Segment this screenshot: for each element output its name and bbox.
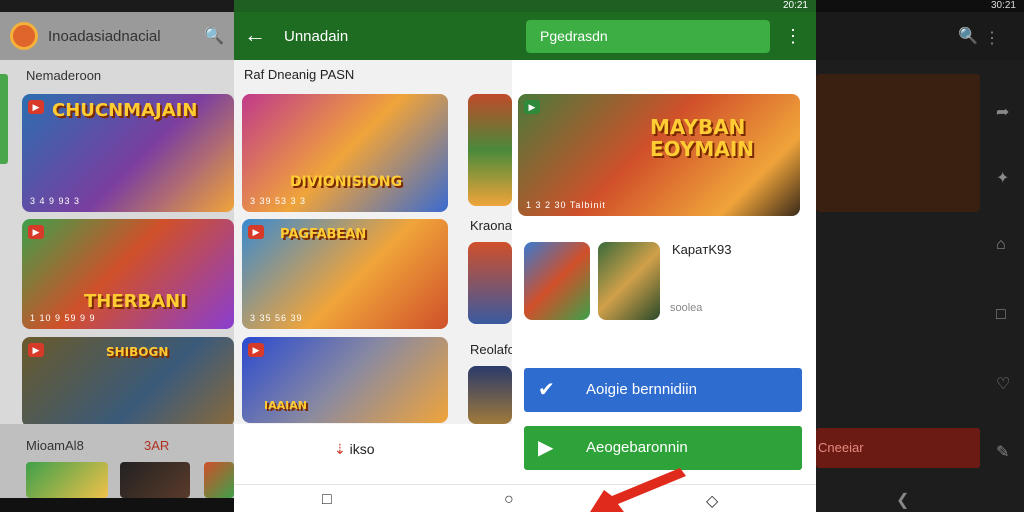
sheet-label: MioamAl8 [26, 438, 84, 453]
thumbnail[interactable] [26, 462, 108, 498]
search-icon[interactable]: 🔍 [204, 26, 224, 46]
game-card[interactable]: ▶ CHUCNMAJAIN 3 4 9 93 3 [22, 94, 234, 212]
hero-caption: 1 3 2 30 Talbinit [526, 200, 606, 210]
hero-title: MAYBAN EOYMAIN [650, 115, 754, 161]
footer-label[interactable]: ⇣ ikso [334, 441, 375, 458]
game-title: SHIBOGN [106, 345, 169, 359]
game-card[interactable]: ▶ PAGFABEAN 3 35 56 39 [242, 219, 448, 329]
game-caption: 3 4 9 93 3 [30, 196, 81, 206]
back-chevron-icon[interactable]: ❮ [896, 490, 909, 510]
heart-icon[interactable]: ♡ [996, 374, 1010, 394]
game-description-sub: soolea [670, 302, 703, 314]
status-time: 30:21 [990, 0, 1016, 11]
screenshot-thumb[interactable] [598, 242, 660, 320]
footer-icon: ⇣ [334, 441, 346, 457]
hero-banner[interactable]: ▶ MAYBAN EOYMAIN 1 3 2 30 Talbinit [518, 94, 800, 216]
game-title: DIVIONISIONG [290, 174, 403, 190]
search-icon[interactable]: 🔍 [958, 26, 978, 46]
app-title: Inoadasiadnacial [48, 28, 161, 45]
game-card-partial[interactable] [468, 366, 512, 424]
left-screen: Inoadasiadnacial 🔍 Nemaderoon ▶ CHUCNMAJ… [0, 0, 234, 512]
section-title: Nemaderoon [26, 68, 102, 83]
card-badge-icon: ▶ [524, 100, 540, 114]
app-bar: ← Unnadain [234, 12, 512, 60]
card-badge-icon: ▶ [28, 225, 44, 239]
status-bar [512, 0, 816, 12]
more-menu-icon[interactable]: ⋮ [784, 26, 802, 47]
game-card[interactable]: ▶ SHIBOGN [22, 337, 234, 427]
section-title: Raf Dneanig PASN [244, 67, 355, 82]
primary-action-button[interactable]: ✔ Aoigie bernnidiin [524, 368, 802, 412]
check-icon: ✔ [538, 379, 555, 401]
game-card[interactable]: ▶ THERBANI 1 10 9 59 9 9 [22, 219, 234, 329]
footer-label-text: ikso [349, 441, 375, 457]
pointer-arrow-icon [590, 468, 686, 512]
middle-left-screen: ← Unnadain Raf Dneanig PASN DIVIONISIONG… [234, 0, 512, 512]
game-title: IAAIAN [264, 399, 307, 412]
section-title: Reolafor [470, 342, 512, 357]
game-title: PAGFABEAN [280, 227, 367, 242]
detail-screen: 20:21 Pgedrasdn ⋮ ▶ MAYBAN EOYMAIN 1 3 2… [512, 0, 816, 512]
game-description-title: KapaтK93 [672, 242, 732, 257]
system-nav-bar: □ ○ ◇ [234, 484, 816, 512]
square-icon[interactable]: □ [996, 306, 1006, 324]
primary-button-label: Aoigie bernnidiin [586, 381, 697, 398]
thumbnail[interactable] [120, 462, 190, 498]
status-time: 20:21 [782, 0, 808, 11]
card-badge-icon: ▶ [248, 225, 264, 239]
section-title: Kraonan [470, 218, 512, 233]
game-caption: 1 10 9 59 9 9 [30, 313, 96, 323]
app-logo-icon [10, 22, 38, 50]
game-card-partial[interactable] [468, 242, 512, 324]
search-pill-label: Pgedrasdn [540, 28, 608, 44]
status-bar [0, 0, 234, 12]
game-caption: 3 39 53 3 3 [250, 196, 307, 206]
more-menu-icon[interactable]: ⋮ [984, 28, 1000, 48]
pin-icon[interactable]: ✦ [996, 168, 1009, 188]
status-bar [234, 0, 512, 12]
edit-icon[interactable]: ✎ [996, 442, 1009, 462]
game-title: CHUCNMAJAIN [52, 100, 198, 121]
card-badge-icon: ▶ [248, 343, 264, 357]
right-screen: 30:21 🔍 ⋮ ➦ ✦ ⌂ □ ♡ ✎ Cneeiar ❮ [816, 0, 1024, 512]
play-icon: ▶ [538, 437, 554, 459]
game-card-partial[interactable] [468, 94, 512, 206]
dimmed-button-label: Cneeiar [818, 440, 864, 455]
game-card[interactable]: ▶ IAAIAN [242, 337, 448, 423]
install-button-label: Aeogebaronnin [586, 439, 688, 456]
share-icon[interactable]: ➦ [996, 102, 1009, 122]
game-card[interactable]: DIVIONISIONG 3 39 53 3 3 [242, 94, 448, 212]
card-badge-icon: ▶ [28, 343, 44, 357]
page-title: Unnadain [284, 28, 349, 45]
game-caption: 3 35 56 39 [250, 313, 303, 323]
screenshot-thumb[interactable] [524, 242, 590, 320]
home-button-icon[interactable]: ○ [504, 491, 514, 509]
back-button-icon[interactable]: ◇ [706, 491, 718, 511]
card-badge-icon: ▶ [28, 100, 44, 114]
back-arrow-icon[interactable]: ← [244, 22, 266, 48]
recent-apps-icon[interactable]: □ [322, 491, 332, 509]
sheet-label-red: 3AR [144, 438, 170, 453]
side-tab[interactable] [0, 74, 8, 164]
game-title: THERBANI [84, 291, 187, 312]
app-bar: Inoadasiadnacial 🔍 [0, 12, 234, 60]
thumbnail[interactable] [204, 462, 234, 498]
system-nav-bar [0, 498, 234, 512]
dimmed-banner [816, 74, 980, 212]
home-icon[interactable]: ⌂ [996, 236, 1006, 254]
install-button[interactable]: ▶ Aeogebaronnin [524, 426, 802, 470]
